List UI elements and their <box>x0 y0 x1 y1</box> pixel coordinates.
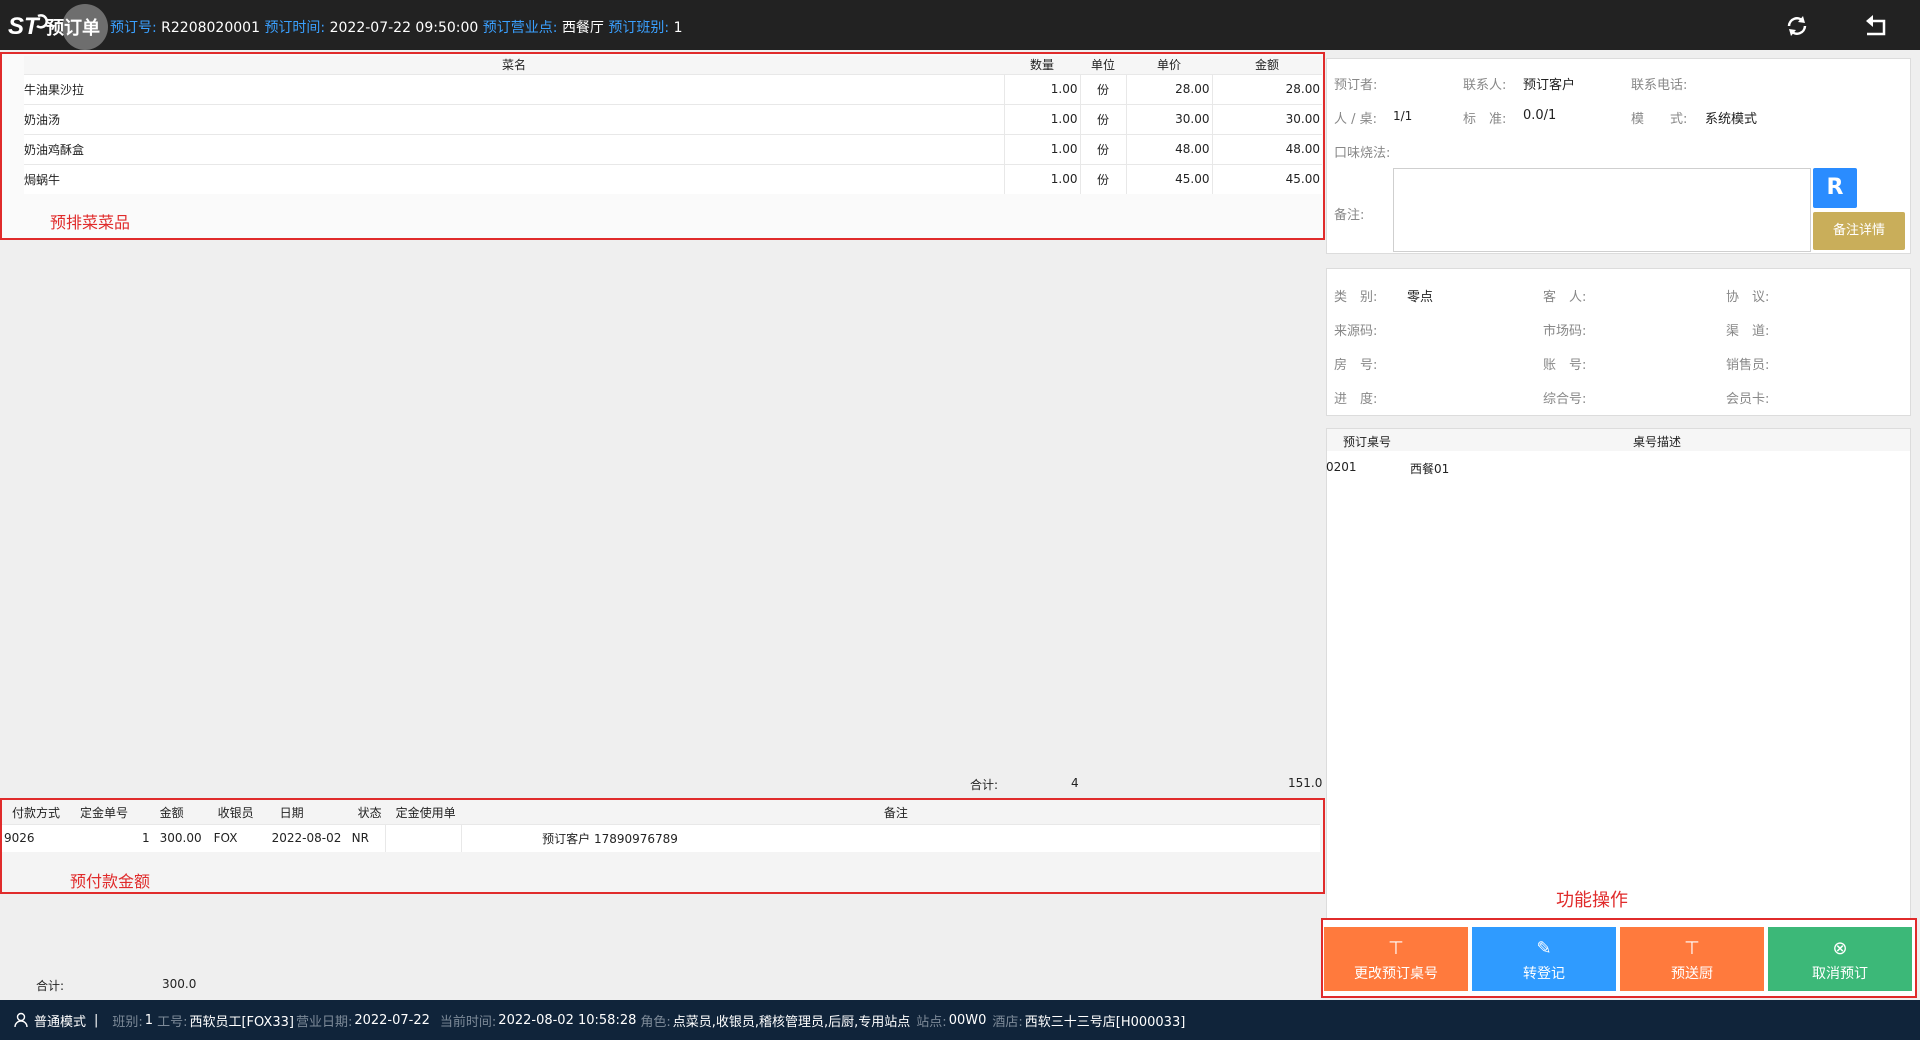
booker-label: 预订者: <box>1334 78 1378 93</box>
mode-label: 模 式: <box>1631 112 1688 127</box>
footer-staff: 西软员工[FOX33] <box>189 1014 294 1030</box>
deposit-total-amount: 300.0 <box>162 977 197 991</box>
col-status: 状态 <box>357 806 382 821</box>
table-no-value[interactable]: 0201 <box>1326 460 1357 474</box>
room-label: 房 号: <box>1334 358 1378 373</box>
footer-now: 2022-08-02 10:58:28 <box>498 1012 637 1028</box>
transfer-register-button[interactable]: ✎ 转登记 <box>1472 927 1616 991</box>
sales-label: 销售员: <box>1726 358 1770 373</box>
deposit-total-label: 合计: <box>36 979 65 993</box>
standard-value: 0.0/1 <box>1523 108 1557 123</box>
taste-label: 口味烧法: <box>1334 146 1391 161</box>
reserved-tables-panel <box>1326 428 1911 920</box>
register-icon: ✎ <box>1536 938 1552 959</box>
edit-icon: ⊤ <box>1388 938 1404 959</box>
col-table-desc: 桌号描述 <box>1633 435 1682 449</box>
agreement-label: 协 议: <box>1726 290 1770 305</box>
deposit-panel: 付款方式 定金单号 金额 收银员 日期 状态 定金使用单 备注 9026 1 3… <box>0 798 1325 894</box>
order-time: 2022-07-22 09:50:00 <box>329 20 479 36</box>
table-row[interactable]: 焗蜗牛 1.00 份 45.00 45.00 <box>24 163 1322 194</box>
table-row[interactable]: 9026 1 300.00 FOX 2022-08-02 NR 预订客户 178… <box>2 823 1320 852</box>
order-shift: 1 <box>673 20 683 36</box>
refresh-icon[interactable] <box>1783 12 1811 40</box>
col-date: 日期 <box>279 806 304 821</box>
category-label: 类 别: <box>1334 290 1378 305</box>
mode-text: 普通模式 <box>34 1014 87 1030</box>
footer-divider: | <box>94 1012 99 1028</box>
r-button[interactable]: R <box>1813 168 1857 208</box>
footer-hotel: 西软三十三号店[H000033] <box>1024 1014 1186 1030</box>
page-title: 预订单 <box>46 18 100 39</box>
col-note: 备注 <box>883 806 908 821</box>
category-value: 零点 <box>1407 290 1434 305</box>
order-number: R2208020001 <box>161 20 260 36</box>
col-deposit-use: 定金使用单 <box>395 806 456 821</box>
footer-shift: 1 <box>144 1012 154 1028</box>
status-bar: 普通模式 | 班别: 1 工号: 西软员工[FOX33] 营业日期: 2022-… <box>0 1000 1920 1040</box>
footer-role: 点菜员,收银员,稽核管理员,后厨,专用站点 <box>672 1014 911 1030</box>
persons-label: 人 / 桌: <box>1334 112 1378 127</box>
table-row[interactable]: 奶油汤 1.00 份 30.00 30.00 <box>24 103 1322 134</box>
persons-value: 1/1 <box>1393 109 1413 123</box>
col-price: 单价 <box>1126 56 1212 74</box>
member-label: 会员卡: <box>1726 392 1770 407</box>
footer-bizdate: 2022-07-22 <box>354 1012 430 1028</box>
col-amount: 金额 <box>1212 56 1322 74</box>
deposit-table: 付款方式 定金单号 金额 收银员 日期 状态 定金使用单 备注 9026 1 3… <box>2 802 1320 852</box>
function-caption: 功能操作 <box>1556 890 1628 911</box>
table-desc-value[interactable]: 西餐01 <box>1410 460 1449 477</box>
cancel-circle-icon: ⊗ <box>1832 938 1848 959</box>
pre-send-kitchen-button[interactable]: ⊤ 预送厨 <box>1620 927 1764 991</box>
footer-station: 00W0 <box>948 1012 987 1028</box>
order-info: 预订号: R2208020001 预订时间: 2022-07-22 09:50:… <box>110 20 683 36</box>
dish-total-label: 合计: <box>970 778 999 792</box>
dish-panel: 菜名 数量 单位 单价 金额 牛油果沙拉 1.00 份 28.00 28.00 … <box>0 52 1325 240</box>
order-outlet: 西餐厅 <box>561 20 604 36</box>
cancel-booking-button[interactable]: ⊗ 取消预订 <box>1768 927 1912 991</box>
deposit-panel-caption: 预付款金额 <box>70 872 151 891</box>
contact-label: 联系人: <box>1463 78 1507 93</box>
change-table-button[interactable]: ⊤ 更改预订桌号 <box>1324 927 1468 991</box>
channel-label: 渠 道: <box>1726 324 1770 339</box>
dish-panel-caption: 预排菜菜品 <box>50 213 131 232</box>
table-row[interactable]: 牛油果沙拉 1.00 份 28.00 28.00 <box>24 73 1322 104</box>
reserved-tables-header <box>1327 429 1910 451</box>
back-icon[interactable] <box>1862 12 1890 40</box>
col-pay-method: 付款方式 <box>12 806 61 821</box>
send-icon: ⊤ <box>1684 938 1700 959</box>
note-detail-button[interactable]: 备注详情 <box>1813 212 1905 250</box>
guest-label: 客 人: <box>1543 290 1587 305</box>
table-row[interactable]: 奶油鸡酥盒 1.00 份 48.00 48.00 <box>24 133 1322 164</box>
source-label: 来源码: <box>1334 324 1378 339</box>
note-textarea[interactable] <box>1393 168 1811 252</box>
col-unit: 单位 <box>1080 56 1126 74</box>
dish-total-amount: 151.0 <box>1288 776 1323 790</box>
market-label: 市场码: <box>1543 324 1587 339</box>
logo-icon: ST <box>8 13 48 40</box>
top-bar: ST 预订单 预订号: R2208020001 预订时间: 2022-07-22… <box>0 0 1920 50</box>
progress-label: 进 度: <box>1334 392 1378 407</box>
col-table-no: 预订桌号 <box>1343 435 1392 449</box>
phone-label: 联系电话: <box>1631 78 1688 93</box>
standard-label: 标 准: <box>1463 112 1507 127</box>
dish-table: 菜名 数量 单位 单价 金额 牛油果沙拉 1.00 份 28.00 28.00 … <box>24 56 1322 194</box>
mode-value: 系统模式 <box>1705 112 1758 127</box>
col-qty: 数量 <box>1004 56 1080 74</box>
dish-total-qty: 4 <box>1071 776 1079 790</box>
svg-text:ST: ST <box>8 13 41 40</box>
col-dish-name: 菜名 <box>24 56 1004 74</box>
col-deposit-amount: 金额 <box>159 806 184 821</box>
contact-value: 预订客户 <box>1523 78 1576 93</box>
composite-label: 综合号: <box>1543 392 1587 407</box>
col-deposit-no: 定金单号 <box>80 806 129 821</box>
account-label: 账 号: <box>1543 358 1587 373</box>
user-icon <box>14 1012 28 1028</box>
col-cashier: 收银员 <box>217 806 254 821</box>
note-label: 备注: <box>1334 208 1365 223</box>
